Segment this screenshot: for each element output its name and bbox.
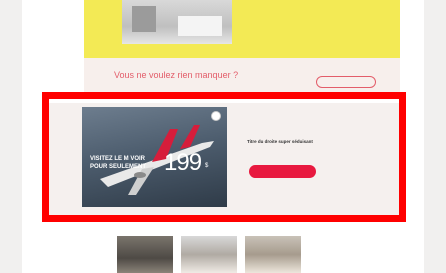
- highlight-frame: VISITEZ LE M VOIR POUR SEULEMENT 199 $ T…: [42, 92, 406, 222]
- promo-ad-image[interactable]: VISITEZ LE M VOIR POUR SEULEMENT 199 $: [82, 107, 227, 207]
- ad-caption: VISITEZ LE M VOIR POUR SEULEMENT: [90, 156, 147, 170]
- hero-banner: [84, 0, 400, 58]
- gallery-image-3[interactable]: [245, 236, 301, 273]
- newsletter-title: Vous ne voulez rien manquer ?: [114, 70, 239, 80]
- ad-badge-icon: [211, 111, 221, 121]
- newsletter-button[interactable]: [316, 76, 376, 88]
- newsletter-section: Vous ne voulez rien manquer ?: [84, 58, 400, 92]
- promo-title: Titre du droite super séduisant: [247, 139, 313, 144]
- promo-section: VISITEZ LE M VOIR POUR SEULEMENT 199 $ T…: [49, 103, 399, 215]
- ad-price-unit: $: [205, 163, 209, 169]
- ad-price: 199: [164, 149, 202, 176]
- gallery-image-2[interactable]: [181, 236, 237, 273]
- gallery-image-1[interactable]: [117, 236, 173, 273]
- promo-cta-button[interactable]: [249, 165, 316, 178]
- hero-image: [122, 0, 232, 44]
